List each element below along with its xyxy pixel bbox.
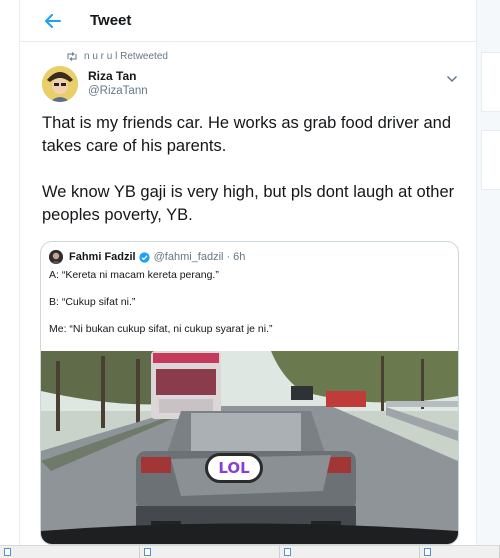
more-options-button[interactable] bbox=[446, 70, 458, 88]
download-item[interactable] bbox=[140, 546, 280, 558]
download-item[interactable] bbox=[0, 546, 140, 558]
retweet-label: n u r u l Retweeted bbox=[84, 51, 168, 62]
tweet-paragraph: We know YB gaji is very high, but pls do… bbox=[42, 183, 455, 224]
quoted-author-handle[interactable]: @fahmi_fadzil bbox=[154, 251, 224, 263]
quoted-tweet-text: A: “Kereta ni macam kereta perang.” B: “… bbox=[49, 269, 273, 350]
download-bar bbox=[0, 545, 500, 558]
separator-dot: · bbox=[226, 251, 231, 263]
tweet-paragraph: That is my friends car. He works as grab… bbox=[42, 114, 452, 155]
file-icon bbox=[144, 548, 151, 556]
author-handle[interactable]: @RizaTann bbox=[88, 84, 148, 99]
quoted-line: A: “Kereta ni macam kereta perang.” bbox=[49, 269, 219, 281]
tweet-body: That is my friends car. He works as grab… bbox=[42, 112, 472, 250]
download-item[interactable] bbox=[280, 546, 420, 558]
quoted-timestamp[interactable]: 6h bbox=[233, 251, 245, 263]
lol-sticker: LOL bbox=[205, 453, 263, 483]
back-button[interactable] bbox=[42, 10, 64, 32]
quoted-line: B: “Cukup sifat ni.” bbox=[49, 296, 136, 308]
back-arrow-icon bbox=[45, 13, 61, 28]
page-header: Tweet bbox=[20, 0, 476, 42]
file-icon bbox=[424, 548, 431, 556]
avatar bbox=[49, 250, 63, 264]
retweet-icon bbox=[66, 52, 78, 61]
author-name[interactable]: Riza Tan bbox=[88, 69, 148, 84]
avatar[interactable] bbox=[42, 66, 78, 102]
right-sidebar-edge bbox=[476, 0, 500, 545]
quoted-tweet-photo[interactable]: LOL bbox=[41, 351, 458, 544]
sidebar-card bbox=[481, 130, 500, 190]
left-sidebar-edge bbox=[0, 0, 20, 545]
quoted-author-name[interactable]: Fahmi Fadzil bbox=[69, 251, 136, 263]
page-title: Tweet bbox=[90, 12, 132, 29]
chevron-down-icon bbox=[446, 75, 458, 83]
file-icon bbox=[284, 548, 291, 556]
sidebar-card bbox=[481, 52, 500, 112]
quoted-line: Me: “Ni bukan cukup sifat, ni cukup syar… bbox=[49, 323, 273, 335]
tweet-author[interactable]: Riza Tan @RizaTann bbox=[42, 66, 148, 102]
retweet-context[interactable]: n u r u l Retweeted bbox=[66, 51, 168, 62]
verified-badge-icon bbox=[138, 251, 150, 263]
file-icon bbox=[4, 548, 11, 556]
quoted-tweet[interactable]: Fahmi Fadzil @fahmi_fadzil · 6h A: “Kere… bbox=[40, 241, 459, 545]
download-item[interactable] bbox=[420, 546, 500, 558]
tweet-column: Tweet n u r u l Retweeted Riza Tan @Riza… bbox=[20, 0, 476, 545]
quoted-tweet-header: Fahmi Fadzil @fahmi_fadzil · 6h bbox=[49, 250, 245, 264]
lol-sticker-text: LOL bbox=[218, 459, 250, 477]
